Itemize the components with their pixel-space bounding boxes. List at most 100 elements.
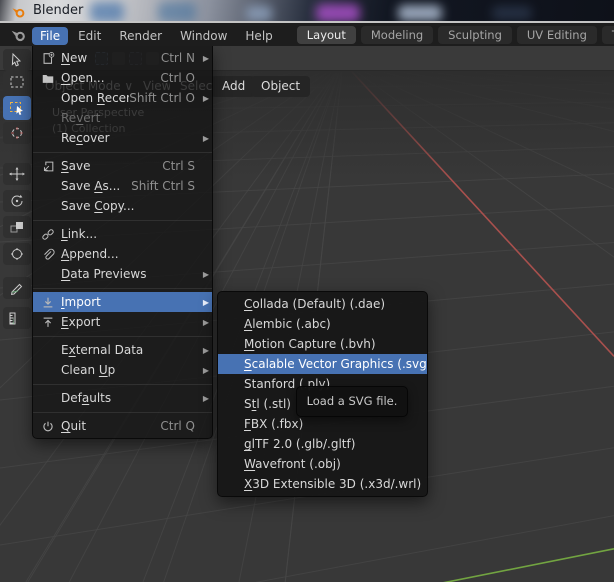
icon-spacer [41,391,55,406]
submenu-arrow-icon: ▶ [202,365,209,375]
menu-item-label: Clean Up [61,363,116,377]
file-menu-item-new[interactable]: New Ctrl N ▶ [33,48,212,68]
menu-item-label: Export [61,315,101,329]
menu-item-label: Motion Capture (.bvh) [244,337,376,351]
import-item-wavefront-obj[interactable]: Wavefront (.obj) [218,454,427,474]
file-menu-dropdown: NewCtrl N▶Open...Ctrl OOpen RecentShift … [32,46,213,439]
menu-item-label: Open... [61,71,105,85]
file-menu-item-link[interactable]: Link... [33,224,212,244]
menu-item-label: Data Previews [61,267,147,281]
icon-spacer [41,267,55,282]
add-menu[interactable]: Add [212,76,256,97]
paperclip-icon [41,247,55,262]
import-item-collada-default-dae[interactable]: Collada (Default) (.dae) [218,294,427,314]
file-menu-item-export[interactable]: Export ▶ [33,312,212,332]
menu-item-label: Save Copy... [61,199,135,213]
file-menu-item-import[interactable]: Import ▶ [33,292,212,312]
file-menu-item-revert[interactable]: Revert [33,108,212,128]
file-menu-item-data-previews[interactable]: Data Previews ▶ [33,264,212,284]
import-item-gltf-2-0-glb-gltf[interactable]: glTF 2.0 (.glb/.gltf) [218,434,427,454]
file-menu-item-open-recent[interactable]: Open RecentShift Ctrl O ▶ [33,88,212,108]
submenu-arrow-icon: ▶ [202,393,209,403]
title-bar: Blender [0,0,614,23]
menu-separator [33,380,212,388]
menu-item-shortcut: Shift Ctrl S [131,179,195,193]
file-menu-item-defaults[interactable]: Defaults ▶ [33,388,212,408]
file-menu-item-recover[interactable]: Recover ▶ [33,128,212,148]
workspace-tab-layout[interactable]: Layout [296,25,356,44]
file-menu-item-save-copy[interactable]: Save Copy... [33,196,212,216]
menu-item-shortcut: Ctrl S [162,159,195,173]
menu-item-label: Alembic (.abc) [244,317,331,331]
background-blob [398,5,442,21]
menu-item-shortcut: Ctrl O [160,71,195,85]
menu-item-shortcut: Shift Ctrl O [129,91,195,105]
menubar-item-help[interactable]: Help [237,27,280,45]
background-blob [246,6,272,21]
menubar-item-edit[interactable]: Edit [70,27,109,45]
move-tool[interactable] [3,163,31,185]
menu-item-label: Collada (Default) (.dae) [244,297,386,311]
rotate-tool[interactable] [3,190,31,212]
measure-tool[interactable] [3,307,31,329]
menu-item-label: Append... [61,247,119,261]
window-title: Blender [33,3,84,18]
workspace-tab-texture-paint[interactable]: Texture Paint [601,25,614,44]
blender-window: Blender File Edit Render Window Help Layout M… [0,0,614,582]
scale-tool[interactable] [3,216,31,238]
file-new-icon [41,51,55,66]
menubar-item-render[interactable]: Render [111,27,170,45]
active-select-tool[interactable] [3,96,31,120]
tweak-select-tool[interactable] [3,49,31,71]
menu-item-label: Wavefront (.obj) [244,457,341,471]
submenu-arrow-icon: ▶ [202,345,209,355]
menubar-item-window[interactable]: Window [172,27,235,45]
menu-item-label: glTF 2.0 (.glb/.gltf) [244,437,356,451]
export-icon [41,315,55,330]
file-menu-item-save[interactable]: Save Ctrl S [33,156,212,176]
import-item-x3d-extensible-3d-x3d-wrl[interactable]: X3D Extensible 3D (.x3d/.wrl) [218,474,427,494]
background-blob [492,6,532,20]
folder-icon [41,71,55,86]
import-icon [41,295,55,310]
import-item-fbx-fbx[interactable]: FBX (.fbx) [218,414,427,434]
menu-item-shortcut: Ctrl Q [160,419,195,433]
icon-spacer [41,111,55,126]
file-menu-item-quit[interactable]: Quit Ctrl Q [33,416,212,436]
menu-item-label: Link... [61,227,98,241]
background-blob [90,2,124,22]
submenu-arrow-icon: ▶ [202,133,209,143]
import-item-scalable-vector-graphics-svg[interactable]: Scalable Vector Graphics (.svg) [218,354,427,374]
submenu-arrow-icon: ▶ [202,93,209,103]
file-menu-item-external-data[interactable]: External Data ▶ [33,340,212,360]
file-menu-item-open[interactable]: Open... Ctrl O [33,68,212,88]
icon-spacer [41,131,55,146]
import-item-alembic-abc[interactable]: Alembic (.abc) [218,314,427,334]
menu-separator [33,332,212,340]
window-border [0,21,614,23]
menu-item-label: Revert [61,111,101,125]
annotate-tool[interactable] [3,277,31,299]
import-item-motion-capture-bvh[interactable]: Motion Capture (.bvh) [218,334,427,354]
icon-spacer [41,91,55,106]
menu-separator [33,148,212,156]
tooltip: Load a SVG file. [296,386,408,417]
file-menu-item-clean-up[interactable]: Clean Up ▶ [33,360,212,380]
submenu-arrow-icon: ▶ [202,269,209,279]
workspace-tab-sculpting[interactable]: Sculpting [438,25,512,44]
transform-tool[interactable] [3,243,31,265]
menu-item-label: Scalable Vector Graphics (.svg) [244,357,427,371]
cursor-tool[interactable] [3,122,31,144]
menu-item-shortcut: Ctrl N [160,51,195,65]
file-menu-item-append[interactable]: Append... [33,244,212,264]
file-menu-item-save-as[interactable]: Save As... Shift Ctrl S [33,176,212,196]
menubar-item-file[interactable]: File [32,27,69,45]
workspace-tab-uv-editing[interactable]: UV Editing [516,25,597,44]
viewport-3d[interactable]: Object Mode ∨ View Select Add Object Use… [0,46,614,582]
box-select-tool[interactable] [3,71,31,93]
power-icon [41,419,55,434]
menu-item-label: FBX (.fbx) [244,417,304,431]
workspace-tab-modeling[interactable]: Modeling [360,25,434,44]
object-menu[interactable]: Object [251,76,311,97]
blender-menu-logo-icon[interactable] [6,26,30,43]
